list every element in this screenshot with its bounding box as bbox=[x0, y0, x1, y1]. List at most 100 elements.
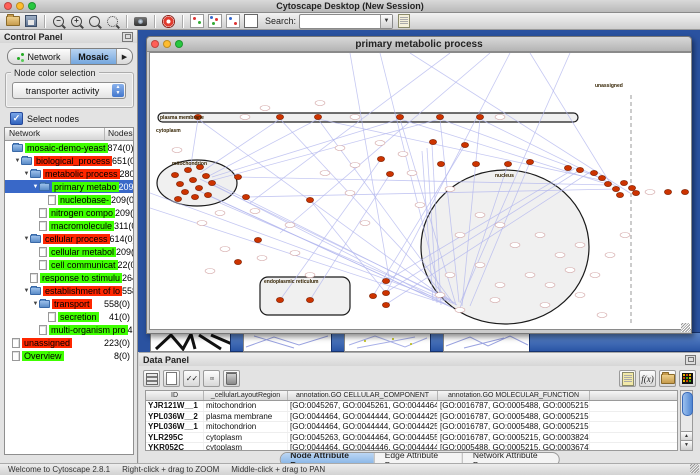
network-node[interactable] bbox=[204, 192, 211, 197]
network-node-label[interactable] bbox=[495, 115, 505, 120]
formula-fx-icon[interactable]: f(x) bbox=[639, 370, 656, 387]
network-node-label[interactable] bbox=[490, 298, 500, 303]
network-node-label[interactable] bbox=[290, 251, 300, 256]
network-edge[interactable] bbox=[250, 53, 450, 203]
window-resize-grip[interactable] bbox=[681, 323, 690, 332]
attribute-page-icon[interactable] bbox=[396, 15, 411, 28]
network-node-label[interactable] bbox=[240, 115, 250, 120]
network-node[interactable] bbox=[564, 165, 571, 170]
network-node[interactable] bbox=[436, 114, 443, 119]
tree-row[interactable]: ▼transport558(0) bbox=[5, 297, 133, 310]
tree-row[interactable]: Overview8(0) bbox=[5, 349, 133, 362]
network-node-label[interactable] bbox=[590, 273, 600, 278]
network-node-label[interactable] bbox=[455, 233, 465, 238]
tree-column-nodes[interactable]: Nodes bbox=[105, 128, 133, 140]
network-node-label[interactable] bbox=[535, 233, 545, 238]
network-node-label[interactable] bbox=[305, 273, 315, 278]
network-node-label[interactable] bbox=[320, 171, 330, 176]
network-node[interactable] bbox=[369, 293, 376, 298]
vizmapper-icon[interactable] bbox=[207, 15, 222, 28]
float-panel-icon[interactable] bbox=[122, 32, 133, 42]
unselect-attributes-icon[interactable]: ▫▫ bbox=[203, 370, 220, 387]
table-scrollbar[interactable]: ▲ ▼ bbox=[680, 390, 693, 451]
network-node[interactable] bbox=[208, 180, 215, 185]
tree-row[interactable]: macromolecule311(0) bbox=[5, 219, 133, 232]
network-edge[interactable] bbox=[200, 119, 280, 173]
network-node[interactable] bbox=[604, 181, 611, 186]
new-attribute-icon[interactable] bbox=[163, 370, 180, 387]
network-node-label[interactable] bbox=[575, 243, 585, 248]
table-row[interactable]: YPL036W__2plasma membrane[GO:0044464, GO… bbox=[146, 412, 677, 423]
network-window-title-bar[interactable]: primary metabolic process bbox=[147, 37, 691, 52]
import-attributes-icon[interactable] bbox=[659, 370, 676, 387]
network-node[interactable] bbox=[476, 114, 483, 119]
network-node-label[interactable] bbox=[345, 191, 355, 196]
network-node[interactable] bbox=[382, 278, 389, 283]
network-node[interactable] bbox=[526, 159, 533, 164]
network-node-label[interactable] bbox=[545, 283, 555, 288]
network-node-label[interactable] bbox=[260, 106, 270, 111]
network-node[interactable] bbox=[176, 181, 183, 186]
network-node[interactable] bbox=[590, 170, 597, 175]
table-row[interactable]: YJR121W__1mitochondrion[GO:0045267, GO:0… bbox=[146, 401, 677, 412]
tree-row[interactable]: ▼primary metabo209(... bbox=[5, 180, 133, 193]
tree-row[interactable]: ▼biological_process651(0) bbox=[5, 154, 133, 167]
network-node-label[interactable] bbox=[475, 213, 485, 218]
search-dropdown-arrow-icon[interactable]: ▼ bbox=[380, 15, 392, 28]
tree-expand-icon[interactable]: ▼ bbox=[23, 236, 30, 242]
matrix-icon[interactable] bbox=[679, 370, 696, 387]
network-node-label[interactable] bbox=[555, 253, 565, 258]
network-node[interactable] bbox=[174, 196, 181, 201]
network-node[interactable] bbox=[628, 185, 635, 190]
network-node-label[interactable] bbox=[257, 256, 267, 261]
network-node[interactable] bbox=[276, 114, 283, 119]
network-node[interactable] bbox=[184, 167, 191, 172]
app-resize-grip[interactable] bbox=[690, 464, 699, 473]
network-node[interactable] bbox=[396, 114, 403, 119]
network-node-label[interactable] bbox=[205, 269, 215, 274]
scrollbar-thumb[interactable] bbox=[682, 392, 693, 416]
help-ring-icon[interactable] bbox=[161, 15, 176, 28]
network-node-label[interactable] bbox=[445, 187, 455, 192]
search-input[interactable]: ▼ bbox=[299, 14, 393, 29]
network-node-label[interactable] bbox=[495, 283, 505, 288]
network-node-label[interactable] bbox=[455, 308, 465, 313]
network-node[interactable] bbox=[202, 173, 209, 178]
network-node[interactable] bbox=[576, 167, 583, 172]
attribute-table-icon[interactable] bbox=[143, 370, 160, 387]
network-node-label[interactable] bbox=[597, 313, 607, 318]
network-node[interactable] bbox=[612, 186, 619, 191]
network-node[interactable] bbox=[620, 180, 627, 185]
network-node-label[interactable] bbox=[250, 209, 260, 214]
network-node[interactable] bbox=[306, 297, 313, 302]
network-node-label[interactable] bbox=[565, 268, 575, 273]
network-node-label[interactable] bbox=[495, 223, 505, 228]
network-node-label[interactable] bbox=[435, 293, 445, 298]
snapshot-camera-icon[interactable] bbox=[133, 15, 148, 28]
tab-network[interactable]: Network bbox=[8, 49, 71, 64]
network-node[interactable] bbox=[254, 237, 261, 242]
table-row[interactable]: YLR295Ccytoplasm[GO:0045263, GO:0044464,… bbox=[146, 433, 677, 444]
network-icon[interactable] bbox=[189, 15, 204, 28]
tree-row[interactable]: secretion41(0) bbox=[5, 310, 133, 323]
network-node[interactable] bbox=[377, 156, 384, 161]
network-node-label[interactable] bbox=[620, 233, 630, 238]
select-nodes-checkbox[interactable]: ✓ bbox=[10, 112, 23, 125]
network-node[interactable] bbox=[504, 161, 511, 166]
background-window-edge[interactable] bbox=[529, 332, 700, 352]
network-node-label[interactable] bbox=[197, 221, 207, 226]
network-node[interactable] bbox=[681, 189, 688, 194]
network-node-label[interactable] bbox=[215, 211, 225, 216]
network-node[interactable] bbox=[382, 290, 389, 295]
network-node-label[interactable] bbox=[335, 146, 345, 151]
network-node[interactable] bbox=[472, 161, 479, 166]
zoom-fit-icon[interactable] bbox=[105, 15, 120, 28]
background-window-thumbnail[interactable] bbox=[443, 332, 531, 352]
network-node-label[interactable] bbox=[605, 253, 615, 258]
tree-expand-icon[interactable]: ▼ bbox=[14, 158, 21, 164]
network-node[interactable] bbox=[181, 189, 188, 194]
network-node-label[interactable] bbox=[375, 141, 385, 146]
table-row[interactable]: YKR052Ccytoplasm[GO:0044464, GO:0044446,… bbox=[146, 443, 677, 451]
filter-network-icon[interactable] bbox=[225, 15, 240, 28]
tab-overflow-arrow[interactable]: ▶ bbox=[117, 49, 132, 64]
